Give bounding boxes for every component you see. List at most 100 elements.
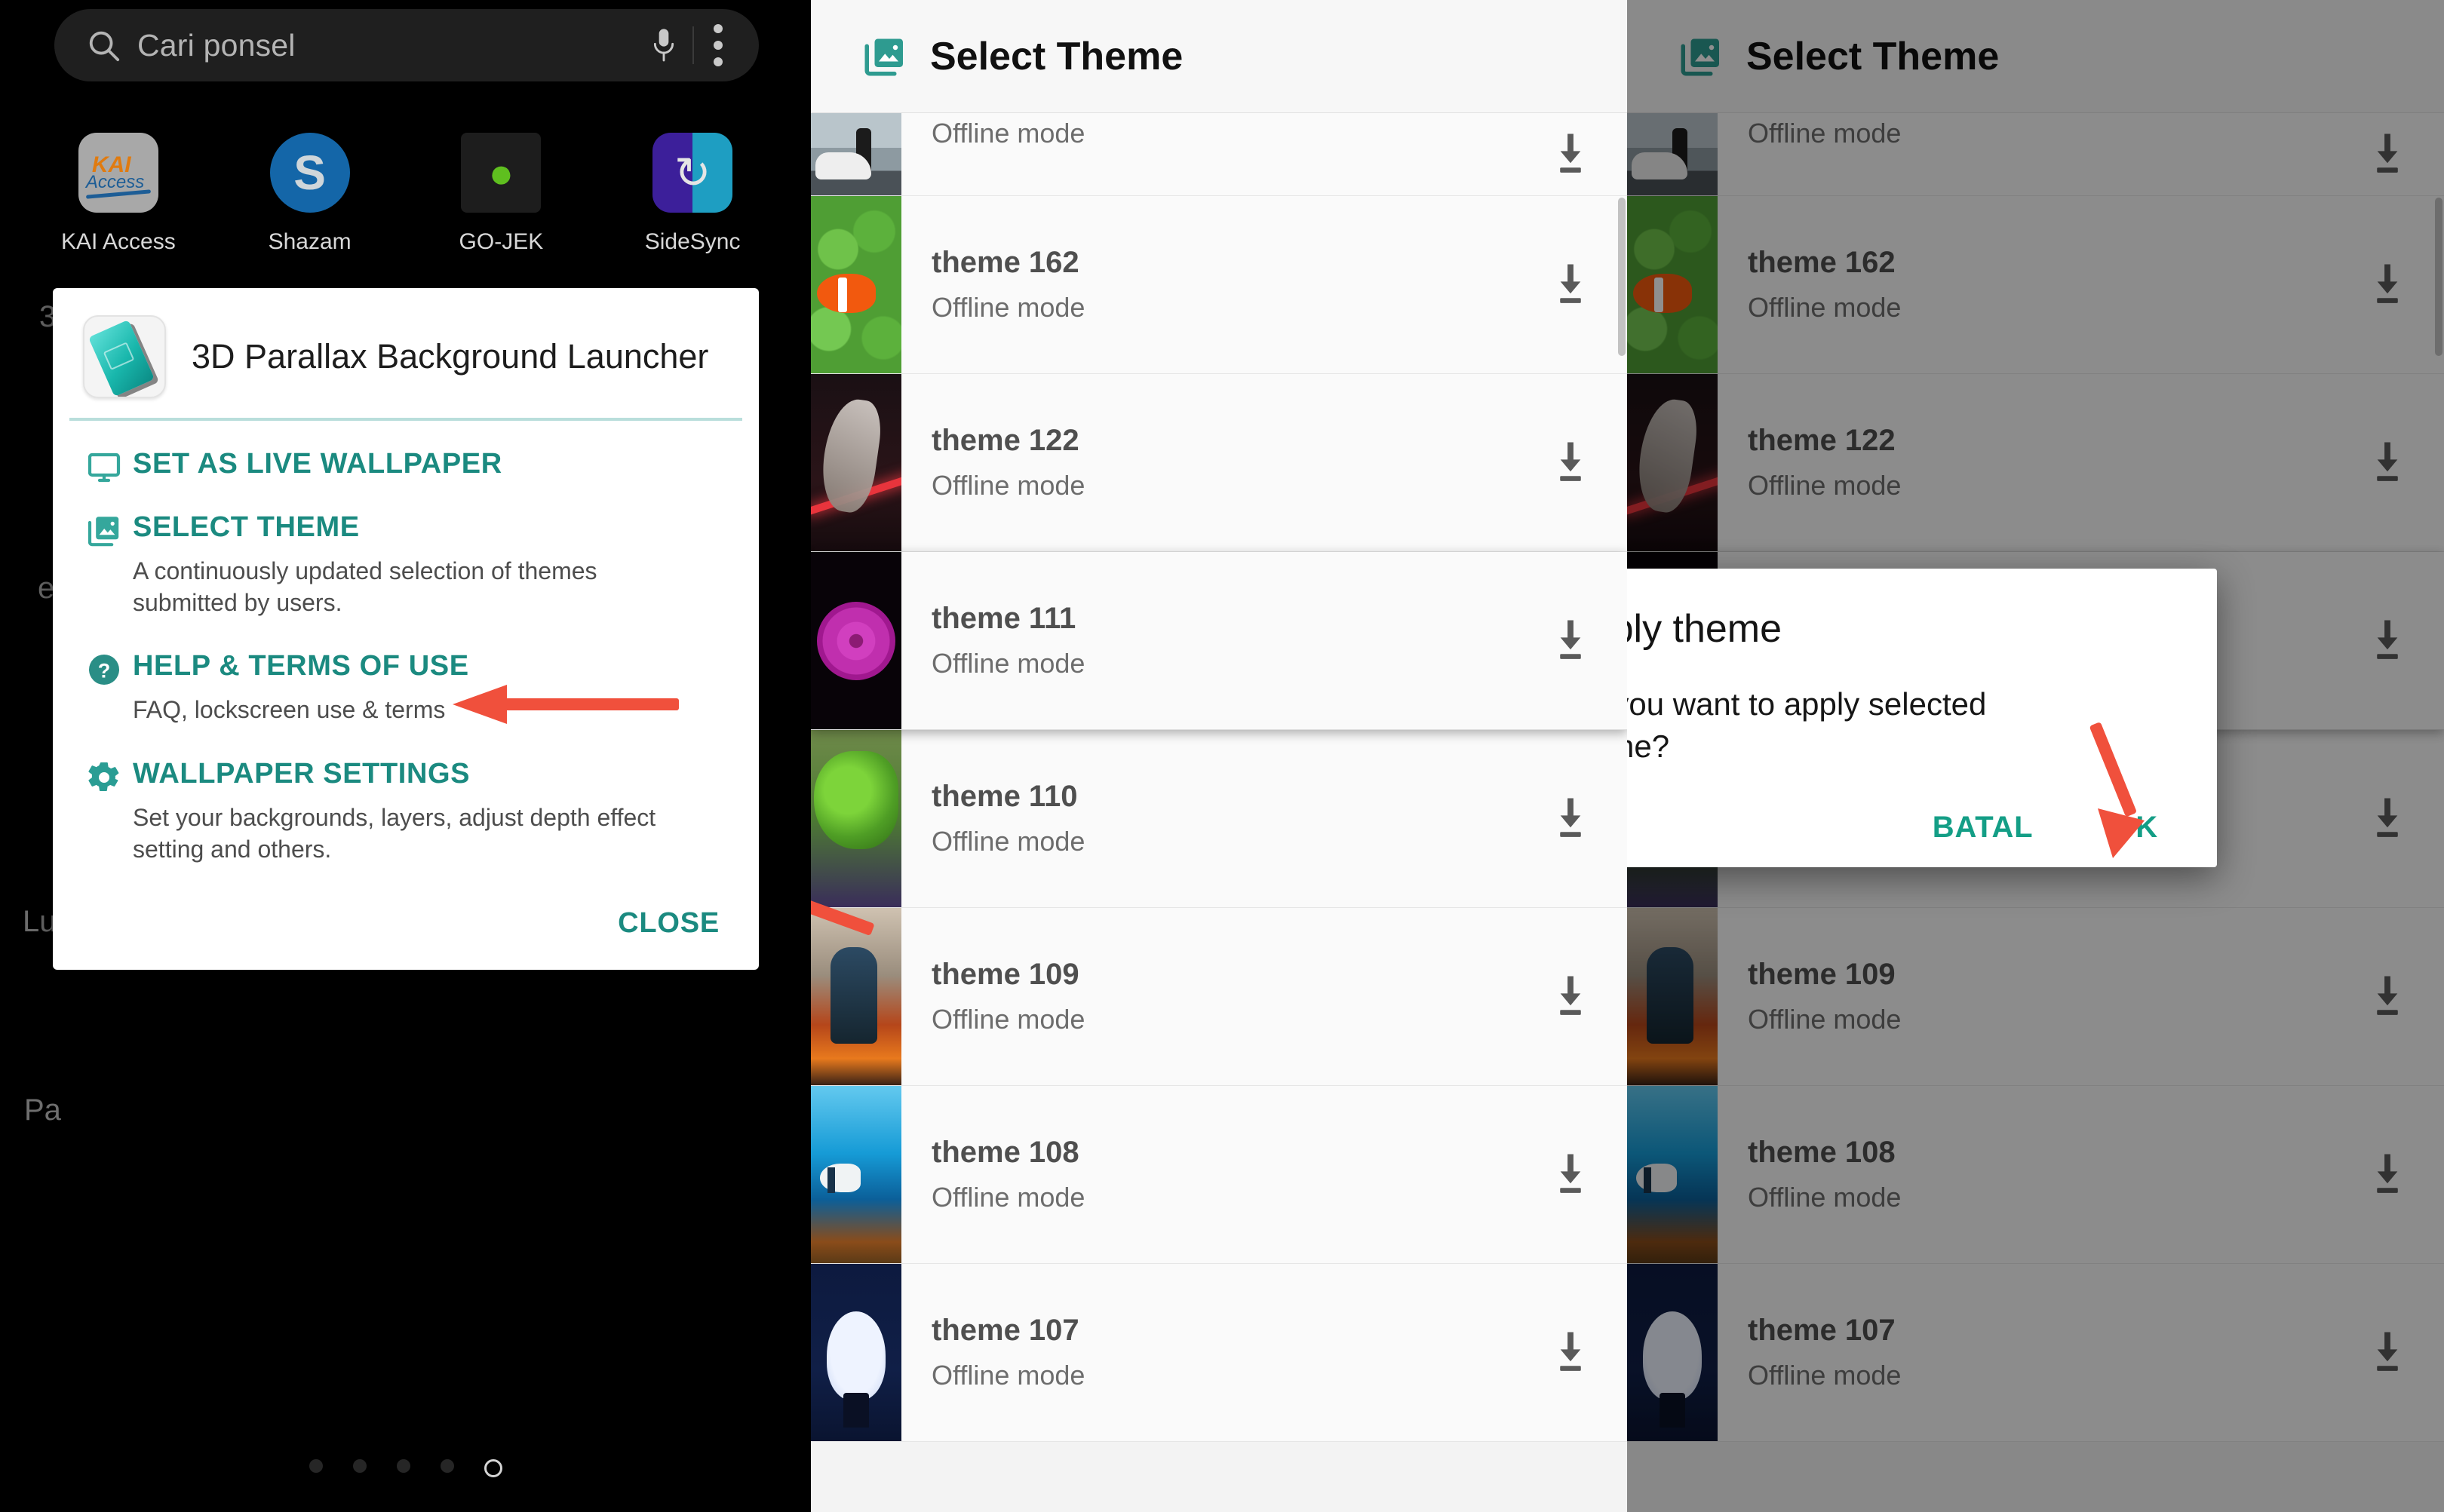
theme-thumbnail-image bbox=[811, 1086, 901, 1263]
page-dot[interactable] bbox=[352, 1459, 367, 1473]
theme-thumbnail-image bbox=[1627, 908, 1718, 1085]
theme-meta: theme 162 Offline mode bbox=[1718, 196, 2331, 373]
page-dot-current[interactable] bbox=[484, 1459, 502, 1477]
page-title: Select Theme bbox=[1746, 34, 2000, 78]
theme-thumbnail-image bbox=[1627, 374, 1718, 551]
microphone-icon[interactable] bbox=[649, 26, 679, 65]
menu-item-set-as-live-wallpaper[interactable]: SET AS LIVE WALLPAPER bbox=[86, 446, 726, 486]
theme-list-item[interactable]: theme 107 Offline mode bbox=[811, 1264, 1627, 1442]
download-icon[interactable] bbox=[2331, 908, 2444, 1085]
dialog-title: 3D Parallax Background Launcher bbox=[192, 336, 709, 376]
download-icon[interactable] bbox=[1514, 730, 1627, 907]
apply-theme-dialog: Apply theme Do you want to apply selecte… bbox=[1627, 569, 2217, 867]
theme-meta: Offline mode bbox=[1718, 113, 2331, 195]
download-icon[interactable] bbox=[2331, 730, 2444, 907]
theme-status: Offline mode bbox=[932, 292, 1085, 323]
svg-text:?: ? bbox=[98, 660, 111, 682]
theme-list-item[interactable]: theme 162 Offline mode bbox=[811, 196, 1627, 374]
theme-status: Offline mode bbox=[932, 1182, 1085, 1213]
theme-list-item[interactable]: Offline mode bbox=[811, 113, 1627, 196]
kai-access-app-icon: KAI Access bbox=[78, 133, 158, 213]
theme-status: Offline mode bbox=[932, 1360, 1085, 1391]
apply-theme-panel: Select Theme Offline mode theme 162 Offlin… bbox=[1627, 0, 2444, 1512]
menu-item-description: A continuously updated selection of them… bbox=[133, 557, 597, 617]
theme-list-item[interactable]: theme 122 Offline mode bbox=[1627, 374, 2444, 552]
theme-thumbnail-image bbox=[811, 552, 901, 729]
theme-list-item[interactable]: theme 108 Offline mode bbox=[811, 1086, 1627, 1264]
app-label: SideSync bbox=[644, 229, 741, 254]
theme-list-item[interactable]: theme 122 Offline mode bbox=[811, 374, 1627, 552]
download-icon[interactable] bbox=[1514, 374, 1627, 551]
download-icon[interactable] bbox=[1514, 1086, 1627, 1263]
kebab-menu-icon[interactable] bbox=[714, 24, 723, 66]
theme-list-item[interactable]: Offline mode bbox=[1627, 113, 2444, 196]
theme-list-item[interactable]: theme 109 Offline mode bbox=[1627, 908, 2444, 1086]
app-item-shazam[interactable]: S Shazam bbox=[235, 133, 385, 255]
app-label: Shazam bbox=[268, 229, 352, 254]
menu-item-wallpaper-settings[interactable]: WALLPAPER SETTINGS bbox=[86, 756, 726, 796]
background-text-fragment: Lu bbox=[23, 905, 57, 938]
search-bar[interactable]: Cari ponsel bbox=[54, 9, 759, 81]
download-icon[interactable] bbox=[2331, 113, 2444, 195]
theme-list-item[interactable]: theme 108 Offline mode bbox=[1627, 1086, 2444, 1264]
menu-item-label: WALLPAPER SETTINGS bbox=[133, 757, 471, 790]
photo-library-icon bbox=[1678, 34, 1724, 79]
download-icon[interactable] bbox=[1514, 113, 1627, 195]
app-label: GO-JEK bbox=[459, 229, 544, 254]
theme-name: theme 107 bbox=[932, 1314, 1079, 1347]
menu-item-select-theme[interactable]: SELECT THEME bbox=[86, 510, 726, 549]
app-item-sidesync[interactable]: ↻ SideSync bbox=[617, 133, 768, 255]
cancel-button[interactable]: BATAL bbox=[1933, 811, 2034, 845]
download-icon[interactable] bbox=[2331, 552, 2444, 729]
photo-library-icon bbox=[862, 34, 907, 79]
page-dot[interactable] bbox=[396, 1459, 410, 1473]
download-icon[interactable] bbox=[1514, 552, 1627, 729]
theme-list[interactable]: Offline mode theme 162 Offline mode theme 1… bbox=[811, 113, 1627, 1442]
theme-name: theme 109 bbox=[932, 958, 1079, 991]
theme-name: theme 122 bbox=[932, 424, 1079, 457]
page-dot[interactable] bbox=[440, 1459, 454, 1473]
theme-meta: theme 108 Offline mode bbox=[901, 1086, 1514, 1263]
menu-item-help-terms-of-use[interactable]: ? HELP & TERMS OF USE bbox=[86, 649, 726, 688]
page-dot[interactable] bbox=[309, 1459, 323, 1473]
theme-list-item[interactable]: theme 162 Offline mode bbox=[1627, 196, 2444, 374]
page-indicator bbox=[0, 1459, 811, 1477]
theme-thumbnail bbox=[811, 552, 901, 729]
background-text-fragment: Pa bbox=[24, 1093, 61, 1127]
theme-status: Offline mode bbox=[1748, 1360, 1902, 1391]
launcher-options-dialog: 3D Parallax Background Launcher SET AS L… bbox=[53, 288, 759, 971]
launcher-home-panel: Cari ponsel KAI Access KAI Access S Shaza… bbox=[0, 0, 811, 1512]
search-icon bbox=[86, 28, 121, 63]
theme-meta: theme 109 Offline mode bbox=[1718, 908, 2331, 1085]
theme-status: Offline mode bbox=[932, 826, 1085, 857]
download-icon[interactable] bbox=[2331, 1086, 2444, 1263]
theme-thumbnail-image bbox=[811, 730, 901, 907]
download-icon[interactable] bbox=[2331, 196, 2444, 373]
list-scrollbar[interactable] bbox=[2435, 198, 2442, 356]
app-item-kai-access[interactable]: KAI Access KAI Access bbox=[43, 133, 194, 255]
theme-thumbnail bbox=[1627, 1264, 1718, 1441]
download-icon[interactable] bbox=[1514, 196, 1627, 373]
menu-item-label: SELECT THEME bbox=[133, 511, 360, 543]
list-scrollbar[interactable] bbox=[1618, 198, 1626, 356]
download-icon[interactable] bbox=[1514, 908, 1627, 1085]
download-icon[interactable] bbox=[2331, 1264, 2444, 1441]
theme-list-item[interactable]: theme 110 Offline mode bbox=[811, 730, 1627, 908]
dialog-body: SET AS LIVE WALLPAPER SELECT THEME A con… bbox=[53, 421, 759, 903]
dialog-message: Do you want to apply selected theme? bbox=[1627, 686, 1987, 765]
close-button[interactable]: CLOSE bbox=[618, 907, 720, 940]
download-icon[interactable] bbox=[2331, 374, 2444, 551]
ok-button[interactable]: OK bbox=[2111, 811, 2158, 845]
theme-meta: Offline mode bbox=[901, 113, 1514, 195]
select-theme-header: Select Theme bbox=[811, 0, 1627, 113]
theme-thumbnail bbox=[811, 908, 901, 1085]
search-input[interactable]: Cari ponsel bbox=[137, 28, 649, 63]
theme-list-item[interactable]: theme 109 Offline mode bbox=[811, 908, 1627, 1086]
theme-list-item[interactable]: theme 107 Offline mode bbox=[1627, 1264, 2444, 1442]
theme-name: theme 122 bbox=[1748, 424, 1896, 457]
theme-status: Offline mode bbox=[1748, 292, 1902, 323]
help-circle-icon: ? bbox=[86, 649, 133, 688]
download-icon[interactable] bbox=[1514, 1264, 1627, 1441]
theme-list-item[interactable]: theme 111 Offline mode bbox=[811, 552, 1627, 730]
app-item-gojek[interactable]: ● GO-JEK bbox=[425, 133, 576, 255]
